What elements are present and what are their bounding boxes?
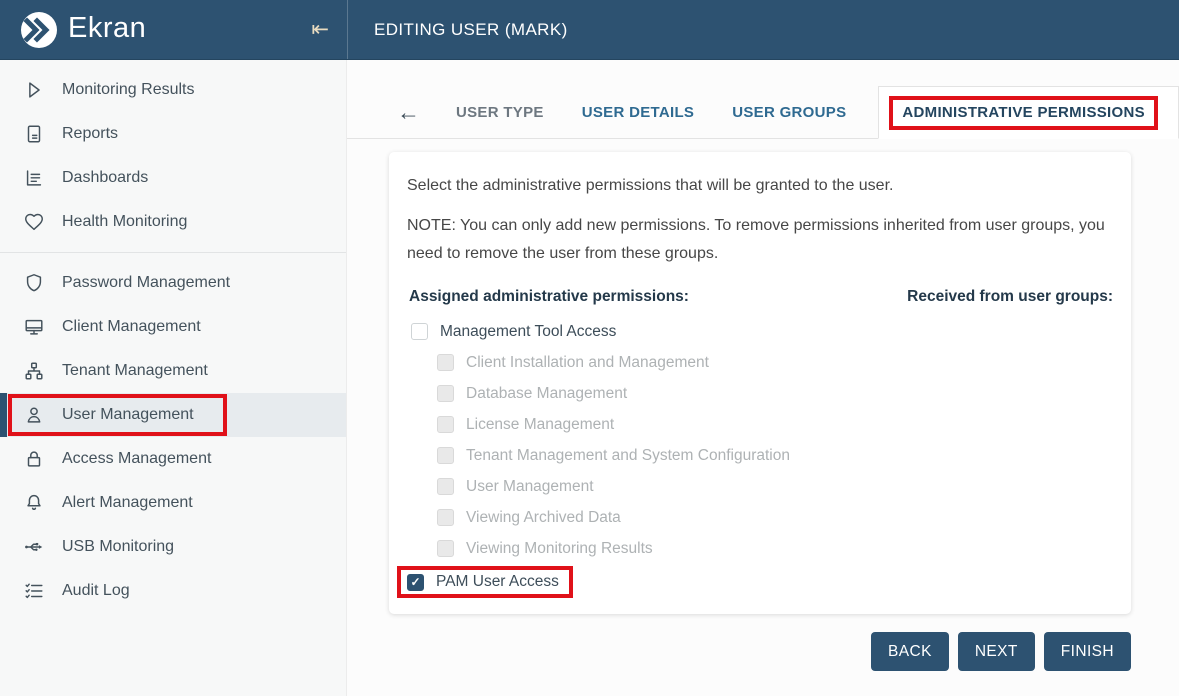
permission-label: Tenant Management and System Configurati… [466, 447, 790, 465]
checkbox-disabled [437, 540, 454, 557]
note-text: NOTE: You can only add new permissions. … [407, 212, 1113, 268]
checkbox-unchecked[interactable] [411, 323, 428, 340]
sidebar-item-client-management[interactable]: Client Management [0, 305, 346, 349]
tab-user-details[interactable]: USER DETAILS [582, 104, 695, 121]
sidebar-item-label: Dashboards [62, 169, 148, 187]
wizard-footer-buttons: BACK NEXT FINISH [347, 632, 1131, 671]
permission-pam-user-access[interactable]: PAM User Access [397, 566, 573, 598]
permission-label: License Management [466, 416, 614, 434]
permission-label: Client Installation and Management [466, 354, 709, 372]
sidebar-nav: Monitoring Results Reports Dashboards [0, 60, 347, 696]
sidebar-item-label: Health Monitoring [62, 213, 187, 231]
sidebar-item-label: Reports [62, 125, 118, 143]
user-icon [22, 403, 46, 427]
permission-client-installation-and-management: Client Installation and Management [407, 347, 1113, 378]
permission-viewing-archived-data: Viewing Archived Data [407, 502, 1113, 533]
permission-management-tool-access[interactable]: Management Tool Access [407, 316, 1113, 347]
back-button[interactable]: BACK [871, 632, 949, 671]
sidebar-group-management: Password Management Client Management Te… [0, 261, 346, 613]
title-zone: EDITING USER (MARK) [347, 0, 1179, 59]
received-from-groups-header: Received from user groups: [907, 288, 1113, 306]
lock-icon [22, 447, 46, 471]
sidebar-item-label: USB Monitoring [62, 538, 174, 556]
next-button[interactable]: NEXT [958, 632, 1035, 671]
tab-user-groups[interactable]: USER GROUPS [732, 104, 846, 121]
finish-button[interactable]: FINISH [1044, 632, 1131, 671]
main-content: ← USER TYPE USER DETAILS USER GROUPS ADM… [347, 60, 1179, 696]
checkbox-checked[interactable] [407, 574, 424, 591]
sidebar-item-tenant-management[interactable]: Tenant Management [0, 349, 346, 393]
sidebar-item-label: Audit Log [62, 582, 130, 600]
permission-database-management: Database Management [407, 378, 1113, 409]
monitor-icon [22, 315, 46, 339]
sidebar-item-label: Access Management [62, 450, 211, 468]
shield-icon [22, 271, 46, 295]
permission-viewing-monitoring-results: Viewing Monitoring Results [407, 533, 1113, 564]
intro-text: Select the administrative permissions th… [407, 177, 1113, 195]
brand-zone: Ekran ⇤ [0, 0, 347, 59]
sidebar-item-audit-log[interactable]: Audit Log [0, 569, 346, 613]
red-annotation-box: ADMINISTRATIVE PERMISSIONS [889, 96, 1158, 130]
sidebar-item-dashboards[interactable]: Dashboards [0, 156, 346, 200]
sidebar-item-label: Alert Management [62, 494, 193, 512]
sidebar-item-user-management[interactable]: User Management [0, 393, 346, 437]
tab-user-type[interactable]: USER TYPE [456, 104, 544, 121]
permission-label: Viewing Monitoring Results [466, 540, 653, 558]
sidebar-item-label: User Management [62, 406, 194, 424]
column-headers: Assigned administrative permissions: Rec… [409, 288, 1113, 306]
sidebar-group-monitoring: Monitoring Results Reports Dashboards [0, 68, 346, 244]
ekran-logo-icon [20, 11, 58, 49]
brand-name: Ekran [68, 12, 146, 45]
checkbox-disabled [437, 354, 454, 371]
checkbox-disabled [437, 416, 454, 433]
sidebar-item-monitoring-results[interactable]: Monitoring Results [0, 68, 346, 112]
tab-administrative-permissions[interactable]: ADMINISTRATIVE PERMISSIONS [878, 86, 1179, 139]
top-header-bar: Ekran ⇤ EDITING USER (MARK) [0, 0, 1179, 60]
sidebar-item-label: Password Management [62, 274, 230, 292]
checklist-icon [22, 579, 46, 603]
checkbox-disabled [437, 509, 454, 526]
back-arrow-icon[interactable]: ← [397, 101, 420, 124]
heart-icon [22, 210, 46, 234]
sidebar-item-reports[interactable]: Reports [0, 112, 346, 156]
report-icon [22, 122, 46, 146]
permission-label: User Management [466, 478, 594, 496]
sidebar-item-label: Monitoring Results [62, 81, 195, 99]
permission-user-management: User Management [407, 471, 1113, 502]
dashboard-icon [22, 166, 46, 190]
permission-tenant-management-and-system-configuration: Tenant Management and System Configurati… [407, 440, 1113, 471]
page-title: EDITING USER (MARK) [374, 20, 568, 40]
sidebar-item-password-management[interactable]: Password Management [0, 261, 346, 305]
bell-icon [22, 491, 46, 515]
sitemap-icon [22, 359, 46, 383]
checkbox-disabled [437, 447, 454, 464]
permission-license-management: License Management [407, 409, 1113, 440]
checkbox-disabled [437, 385, 454, 402]
tab-label: ADMINISTRATIVE PERMISSIONS [902, 104, 1145, 121]
play-icon [22, 78, 46, 102]
permissions-card: Select the administrative permissions th… [389, 152, 1131, 614]
sidebar-item-alert-management[interactable]: Alert Management [0, 481, 346, 525]
sidebar-item-health-monitoring[interactable]: Health Monitoring [0, 200, 346, 244]
permission-label: PAM User Access [436, 573, 559, 591]
sidebar-collapse-icon[interactable]: ⇤ [307, 15, 333, 44]
assigned-permissions-header: Assigned administrative permissions: [409, 288, 689, 306]
sidebar-item-label: Tenant Management [62, 362, 208, 380]
permissions-list: Management Tool Access Client Installati… [407, 316, 1113, 598]
permission-label: Viewing Archived Data [466, 509, 621, 527]
wizard-tabs: ← USER TYPE USER DETAILS USER GROUPS ADM… [347, 86, 1179, 139]
checkbox-disabled [437, 478, 454, 495]
usb-icon [22, 535, 46, 559]
permission-label: Database Management [466, 385, 627, 403]
permission-label: Management Tool Access [440, 323, 616, 341]
app-window: Ekran ⇤ EDITING USER (MARK) Monitoring R… [0, 0, 1179, 696]
sidebar-item-access-management[interactable]: Access Management [0, 437, 346, 481]
sidebar-item-label: Client Management [62, 318, 201, 336]
sidebar-divider [0, 252, 346, 253]
sidebar-item-usb-monitoring[interactable]: USB Monitoring [0, 525, 346, 569]
